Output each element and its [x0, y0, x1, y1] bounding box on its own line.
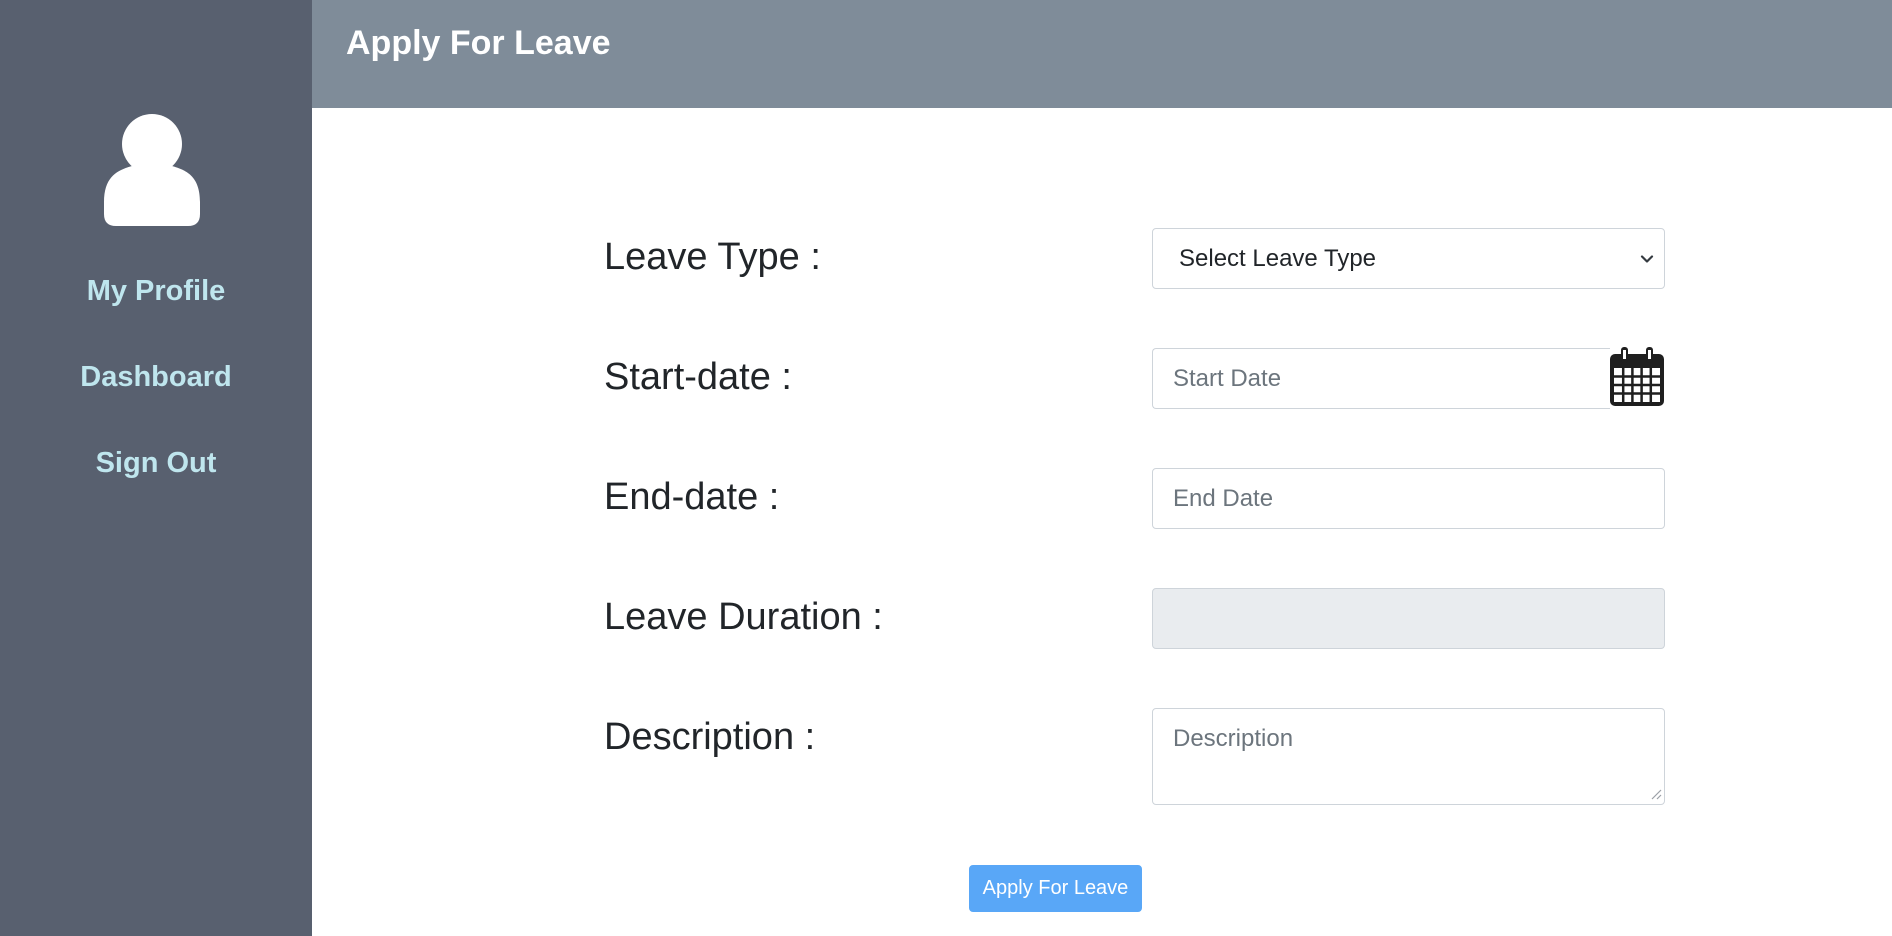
- description-label: Description :: [604, 716, 816, 758]
- end-date-label: End-date :: [604, 476, 780, 518]
- sidebar-item-dashboard[interactable]: Dashboard: [0, 361, 312, 394]
- leave-duration-label: Leave Duration :: [604, 596, 883, 638]
- apply-for-leave-button[interactable]: Apply For Leave: [969, 865, 1142, 912]
- leave-duration-field: [1152, 588, 1665, 649]
- user-icon: [104, 114, 200, 226]
- leave-type-select[interactable]: Select Leave Type: [1152, 228, 1665, 289]
- calendar-icon[interactable]: [1608, 346, 1666, 408]
- chevron-down-icon: [1640, 254, 1654, 263]
- start-date-label: Start-date :: [604, 356, 792, 398]
- end-date-input[interactable]: [1152, 468, 1665, 529]
- start-date-input[interactable]: [1152, 348, 1610, 409]
- resize-grip-icon[interactable]: [1650, 788, 1662, 800]
- sidebar: My Profile Dashboard Sign Out: [0, 0, 312, 936]
- sidebar-item-my-profile[interactable]: My Profile: [0, 275, 312, 308]
- sidebar-item-sign-out[interactable]: Sign Out: [0, 447, 312, 480]
- leave-type-selected-value: Select Leave Type: [1179, 244, 1377, 272]
- description-textarea[interactable]: [1152, 708, 1665, 805]
- header-bar: Apply For Leave: [312, 0, 1892, 108]
- leave-type-label: Leave Type :: [604, 236, 821, 278]
- page-title: Apply For Leave: [346, 24, 611, 62]
